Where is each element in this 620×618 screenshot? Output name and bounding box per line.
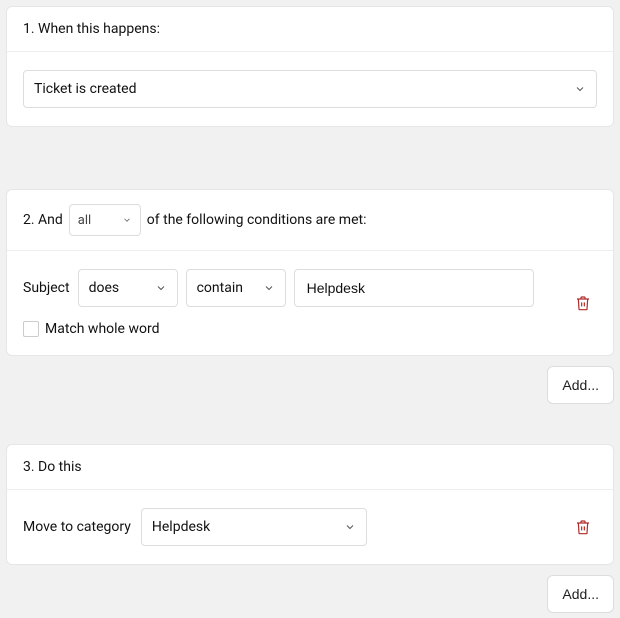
actions-card: 3. Do this Move to category Helpdesk [6,444,614,565]
trigger-header: 1. When this happens: [7,7,613,51]
condition-operator-value: contain [197,280,243,296]
event-select-value: Ticket is created [34,81,137,97]
event-select[interactable]: Ticket is created [23,70,597,108]
add-condition-button[interactable]: Add... [547,366,614,404]
condition-verb-select[interactable]: does [78,269,178,307]
chevron-down-icon [574,83,586,95]
trigger-body: Ticket is created [7,51,613,126]
actions-header: 3. Do this [7,445,613,489]
conditions-header: 2. And all of the following conditions a… [7,190,613,250]
action-row: Move to category Helpdesk [23,508,553,546]
chevron-down-icon [122,215,132,225]
checkbox-box [23,321,39,337]
match-whole-word-checkbox[interactable]: Match whole word [23,321,553,337]
spacer [6,404,614,444]
conditions-add-row: Add... [6,356,614,404]
chevron-down-icon [263,282,275,294]
conditions-body: Subject does contain Match whole word [7,250,613,355]
actions-add-row: Add... [6,565,614,613]
conditions-card: 2. And all of the following conditions a… [6,189,614,356]
condition-row: Subject does contain [23,269,553,307]
match-whole-word-label: Match whole word [45,321,159,337]
actions-body: Move to category Helpdesk [7,489,613,564]
condition-operator-select[interactable]: contain [186,269,286,307]
condition-verb-value: does [89,280,120,296]
trigger-card: 1. When this happens: Ticket is created [6,6,614,127]
action-value: Helpdesk [152,519,210,535]
actions-title: 3. Do this [23,459,82,475]
action-label: Move to category [23,519,131,535]
chevron-down-icon [344,521,356,533]
add-action-button[interactable]: Add... [547,575,614,613]
trigger-title: 1. When this happens: [23,21,160,37]
conditions-scope-select[interactable]: all [69,204,141,236]
condition-value-input[interactable] [294,269,534,307]
spacer [6,127,614,189]
delete-action-button[interactable] [571,515,595,539]
conditions-title-suffix: of the following conditions are met: [147,212,367,228]
condition-field-label: Subject [23,280,70,296]
action-value-select[interactable]: Helpdesk [141,508,367,546]
trash-icon [575,518,591,536]
delete-condition-button[interactable] [571,291,595,315]
conditions-title-prefix: 2. And [23,212,63,228]
conditions-scope-value: all [78,213,91,228]
trash-icon [575,294,591,312]
chevron-down-icon [155,282,167,294]
